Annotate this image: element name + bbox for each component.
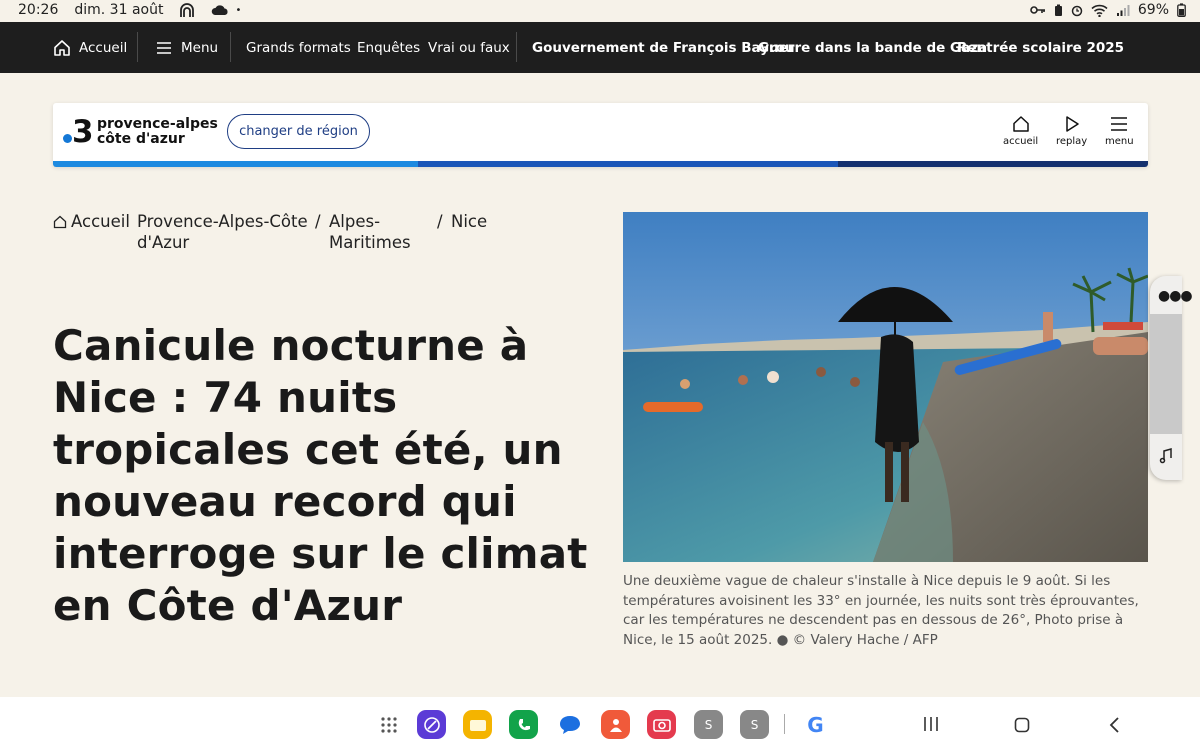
breadcrumb-city[interactable]: Nice [451, 211, 487, 232]
s-app-icon[interactable]: S [694, 710, 723, 739]
logo-line-1: provence-alpes [97, 116, 218, 132]
header-home-label: accueil [1003, 136, 1039, 147]
dot-icon: • [235, 4, 242, 16]
music-note-icon[interactable] [1158, 448, 1174, 468]
logo-region-name: provence-alpes côte d'azur [97, 117, 218, 147]
nav-link-vrai-ou-faux[interactable]: Vrai ou faux [428, 22, 510, 73]
nav-divider [230, 32, 231, 62]
contacts-icon[interactable] [601, 710, 630, 739]
breadcrumb-home[interactable]: Accueil [53, 211, 130, 232]
breadcrumb-separator: / [437, 212, 443, 231]
header-replay-button[interactable]: replay [1056, 115, 1087, 147]
hamburger-icon [157, 41, 171, 54]
battery-level: 69% [1137, 2, 1169, 18]
clock: 20:26 [18, 2, 59, 18]
breadcrumb-region[interactable]: Provence-Alpes-Côte d'Azur [137, 211, 312, 253]
header-home-button[interactable]: accueil [1003, 115, 1038, 147]
article-photo[interactable] [623, 212, 1148, 562]
change-region-button[interactable]: changer de région [227, 114, 370, 149]
nav-topic-rentree[interactable]: Rentrée scolaire 2025 [957, 22, 1124, 73]
s-app-icon[interactable]: S [740, 710, 769, 739]
nav-home-link[interactable]: Accueil [53, 22, 127, 73]
edge-panel-handle[interactable]: ●●● [1150, 276, 1193, 480]
phone-icon[interactable] [509, 710, 538, 739]
breadcrumb-department[interactable]: Alpes-Maritimes [329, 211, 424, 253]
header-menu-label: menu [1105, 136, 1134, 147]
logo-number: 3 [72, 114, 94, 150]
browser-icon[interactable] [417, 710, 446, 739]
nav-home-label: Accueil [79, 39, 128, 56]
android-taskbar: S S G [0, 697, 1200, 750]
logo-dot [63, 134, 72, 143]
camera-icon[interactable] [647, 710, 676, 739]
recent-apps-icon[interactable] [923, 715, 939, 737]
back-icon[interactable] [1108, 716, 1120, 738]
cloud-icon [211, 4, 229, 16]
logo-line-2: côte d'azur [97, 131, 185, 147]
header-replay-label: replay [1056, 136, 1088, 147]
home-icon [53, 215, 67, 228]
nav-divider [137, 32, 138, 62]
nav-divider [516, 32, 517, 62]
alarm-icon [1071, 4, 1083, 17]
hamburger-icon [1111, 117, 1128, 131]
play-icon [1065, 116, 1079, 132]
signal-icon [1116, 4, 1130, 16]
stripe-mid-blue [418, 161, 838, 167]
nav-menu-label: Menu [181, 39, 219, 56]
menu-grid-icon[interactable] [374, 710, 403, 739]
nav-menu-button[interactable]: Menu [157, 22, 218, 73]
site-top-nav: Accueil Menu Grands formats Enquêtes Vra… [0, 22, 1200, 73]
more-options-icon[interactable]: ●●● [1158, 288, 1193, 304]
stripe-dark-blue [838, 161, 1148, 167]
article-headline: Canicule nocturne à Nice : 74 nuits trop… [53, 321, 588, 630]
battery-icon [1177, 3, 1186, 17]
notification-icon [179, 2, 195, 18]
nav-topic-gaza[interactable]: Guerre dans la bande de Gaza [758, 22, 987, 73]
breadcrumb-home-label: Accueil [71, 212, 130, 231]
breadcrumb-separator: / [315, 212, 321, 231]
battery-saver-icon [1054, 4, 1063, 17]
dock-divider [784, 714, 785, 734]
key-icon [1030, 5, 1046, 15]
files-icon[interactable] [463, 710, 492, 739]
home-icon [54, 39, 70, 56]
home-button-icon[interactable] [1014, 717, 1030, 737]
nav-link-enquetes[interactable]: Enquêtes [357, 22, 420, 73]
google-icon[interactable]: G [801, 710, 830, 739]
edge-panel-scroll[interactable] [1150, 314, 1182, 434]
nav-link-grands-formats[interactable]: Grands formats [246, 22, 351, 73]
header-menu-button[interactable]: menu [1105, 115, 1134, 147]
status-bar: 20:26 dim. 31 août • 69% [0, 0, 1200, 22]
messages-icon[interactable] [555, 710, 584, 739]
nav-topic-bayrou[interactable]: Gouvernement de François Bayrou [532, 22, 795, 73]
photo-caption: Une deuxième vague de chaleur s'installe… [623, 573, 1139, 648]
wifi-icon [1091, 4, 1108, 17]
stripe-light-blue [53, 161, 418, 167]
region-header: 3 provence-alpes côte d'azur changer de … [53, 103, 1148, 167]
beach-photo-illustration [623, 212, 1148, 562]
date: dim. 31 août [74, 2, 164, 18]
home-icon [1012, 116, 1029, 132]
